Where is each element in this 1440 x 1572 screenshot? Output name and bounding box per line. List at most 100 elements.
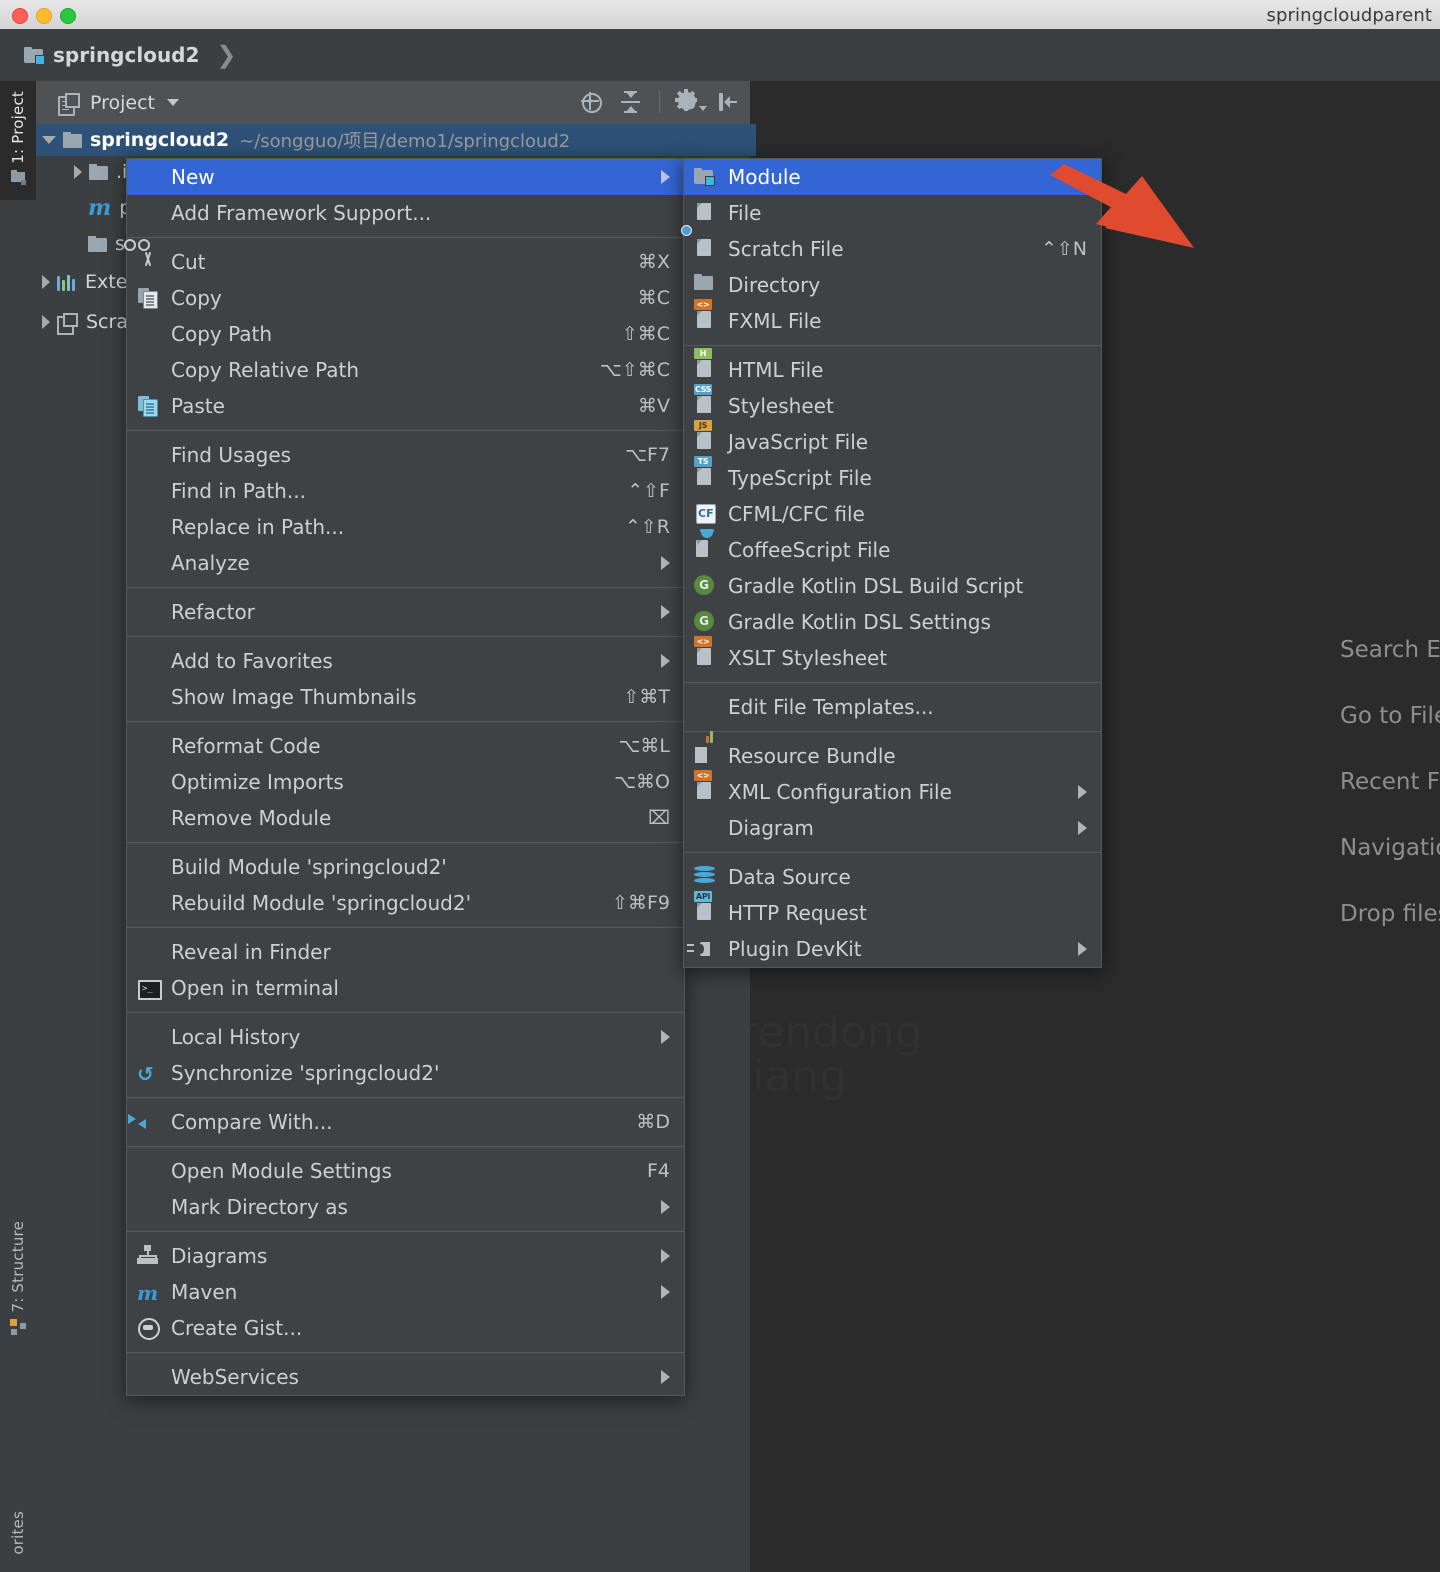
menu-item[interactable]: Reformat Code ⌥⌘L — [127, 728, 684, 764]
menu-item[interactable]: >_ Open in terminal — [127, 970, 684, 1006]
menu-item[interactable]: TS TypeScript File — [684, 456, 1101, 496]
tree-row[interactable]: springcloud2 ~/songguo/项目/demo1/springcl… — [36, 124, 756, 156]
menu-item-label: Show Image Thumbnails — [171, 685, 417, 709]
menu-item[interactable]: Local History — [127, 1019, 684, 1055]
menu-item[interactable]: Copy Path ⇧⌘C — [127, 316, 684, 352]
no-icon — [137, 516, 163, 538]
menu-item[interactable]: API HTTP Request — [684, 891, 1101, 931]
new-submenu[interactable]: Module File Scratch File ⌃⇧N Directory <> FXML… — [681, 158, 1102, 968]
menu-item[interactable]: m Maven — [127, 1274, 684, 1310]
menu-item[interactable]: CF CFML/CFC file — [684, 496, 1101, 532]
menu-item-label: Reveal in Finder — [171, 940, 331, 964]
menu-item[interactable]: Scratch File ⌃⇧N — [681, 225, 1101, 267]
menu-item[interactable]: WebServices — [127, 1359, 684, 1395]
menu-item[interactable]: Paste ⌘V — [127, 388, 684, 424]
menu-item[interactable]: G Gradle Kotlin DSL Settings — [684, 604, 1101, 640]
menu-item[interactable]: Create Gist... — [127, 1310, 684, 1346]
menu-item[interactable]: <> XSLT Stylesheet — [684, 636, 1101, 676]
ts-file-icon: TS — [694, 456, 720, 489]
menu-item[interactable]: CSS Stylesheet — [684, 384, 1101, 424]
maximize-button[interactable] — [60, 8, 76, 24]
locate-icon[interactable] — [579, 90, 603, 114]
menu-item-label: Add Framework Support... — [171, 201, 432, 225]
submenu-arrow-icon — [1078, 942, 1087, 956]
menu-item[interactable]: Add Framework Support... — [127, 195, 684, 231]
scratches-icon — [57, 313, 78, 335]
menu-item[interactable]: Open Module Settings F4 — [127, 1153, 684, 1189]
menu-item[interactable]: Diagram — [684, 810, 1101, 846]
menu-item[interactable]: H HTML File — [684, 348, 1101, 388]
menu-item[interactable]: File — [684, 195, 1101, 231]
menu-item-label: Remove Module — [171, 806, 332, 830]
menu-item[interactable]: Reveal in Finder — [127, 934, 684, 970]
breadcrumb[interactable]: springcloud2 ❯ — [24, 41, 237, 69]
menu-item[interactable]: Copy ⌘C — [127, 280, 684, 316]
close-button[interactable] — [12, 8, 28, 24]
menu-item[interactable]: Directory — [684, 267, 1101, 303]
scratch-file-icon — [681, 225, 720, 260]
submenu-arrow-icon — [1078, 821, 1087, 835]
menu-item[interactable]: JS JavaScript File — [684, 420, 1101, 460]
submenu-arrow-icon — [661, 654, 670, 668]
menu-item-shortcut: ⌧ — [648, 807, 670, 829]
menu-item[interactable]: Analyze — [127, 545, 684, 581]
collapse-all-icon[interactable] — [619, 90, 643, 114]
menu-item[interactable]: Find Usages ⌥F7 — [127, 437, 684, 473]
chevron-right-icon[interactable] — [42, 315, 50, 329]
sidebar-item-project[interactable]: 1: Project — [0, 81, 36, 200]
menu-item[interactable]: Refactor — [127, 594, 684, 630]
menu-item-label: Copy Relative Path — [171, 358, 360, 382]
menu-item[interactable]: Mark Directory as — [127, 1189, 684, 1225]
menu-item-shortcut: ⌥⌘L — [618, 735, 670, 757]
directory-icon — [694, 274, 720, 296]
menu-item[interactable]: CoffeeScript File — [684, 529, 1101, 568]
minimize-button[interactable] — [36, 8, 52, 24]
menu-item[interactable]: Resource Bundle — [684, 731, 1101, 774]
menu-item[interactable]: Compare With... ⌘D — [127, 1104, 684, 1140]
menu-item[interactable]: ↺ Synchronize 'springcloud2' — [127, 1055, 684, 1091]
hint-drop-files: Drop files here to open — [1340, 901, 1440, 927]
menu-item[interactable]: <> XML Configuration File — [684, 770, 1101, 810]
menu-item[interactable]: Find in Path... ⌃⇧F — [127, 473, 684, 509]
no-icon — [137, 807, 163, 829]
menu-item[interactable]: Optimize Imports ⌥⌘O — [127, 764, 684, 800]
menu-item-label: Data Source — [728, 865, 851, 889]
chevron-right-icon[interactable] — [42, 275, 50, 289]
menu-item-shortcut: ⌘V — [638, 395, 670, 417]
menu-item[interactable]: Show Image Thumbnails ⇧⌘T — [127, 679, 684, 715]
menu-item[interactable]: Add to Favorites — [127, 643, 684, 679]
chevron-down-icon[interactable] — [42, 136, 56, 144]
menu-item[interactable]: Replace in Path... ⌃⇧R — [127, 509, 684, 545]
menu-item[interactable]: New — [127, 159, 684, 195]
chevron-down-icon[interactable] — [167, 99, 180, 106]
menu-item[interactable]: Plugin DevKit — [684, 931, 1101, 967]
submenu-arrow-icon — [661, 170, 670, 184]
menu-item[interactable]: Copy Relative Path ⌥⇧⌘C — [127, 352, 684, 388]
context-menu[interactable]: New Add Framework Support... Cut ⌘X Copy ⌘C Co… — [124, 158, 685, 1396]
hide-panel-icon[interactable] — [716, 90, 740, 114]
js-file-icon: JS — [694, 420, 720, 453]
watermark-text: rendong liang — [740, 1007, 923, 1102]
no-icon — [137, 941, 163, 963]
chevron-right-icon[interactable] — [74, 165, 82, 179]
menu-item[interactable]: <> FXML File — [684, 299, 1101, 339]
menu-item-label: Gradle Kotlin DSL Settings — [728, 610, 991, 634]
window-titlebar: springcloudparent — [0, 0, 1440, 30]
menu-item[interactable]: Cut ⌘X — [124, 239, 684, 280]
menu-item[interactable]: Data Source — [684, 859, 1101, 895]
menu-item-shortcut: F4 — [646, 1160, 670, 1182]
menu-item[interactable]: Module — [684, 159, 1101, 195]
menu-item[interactable]: Rebuild Module 'springcloud2' ⇧⌘F9 — [127, 885, 684, 921]
menu-item[interactable]: G Gradle Kotlin DSL Build Script — [684, 568, 1101, 604]
menu-item-label: Cut — [171, 250, 206, 274]
menu-item[interactable]: Edit File Templates... — [684, 689, 1101, 725]
menu-separator — [127, 237, 684, 238]
menu-item[interactable]: Diagrams — [127, 1238, 684, 1274]
tree-item-label: springcloud2 — [90, 129, 230, 151]
menu-item[interactable]: Remove Module ⌧ — [127, 800, 684, 836]
chevron-right-icon: ❯ — [216, 41, 237, 69]
sidebar-item-structure[interactable]: 7: Structure — [0, 1211, 36, 1351]
gear-icon[interactable] — [675, 89, 707, 114]
sidebar-item-favorites[interactable]: orites — [0, 1511, 36, 1555]
menu-item[interactable]: Build Module 'springcloud2' — [127, 849, 684, 885]
